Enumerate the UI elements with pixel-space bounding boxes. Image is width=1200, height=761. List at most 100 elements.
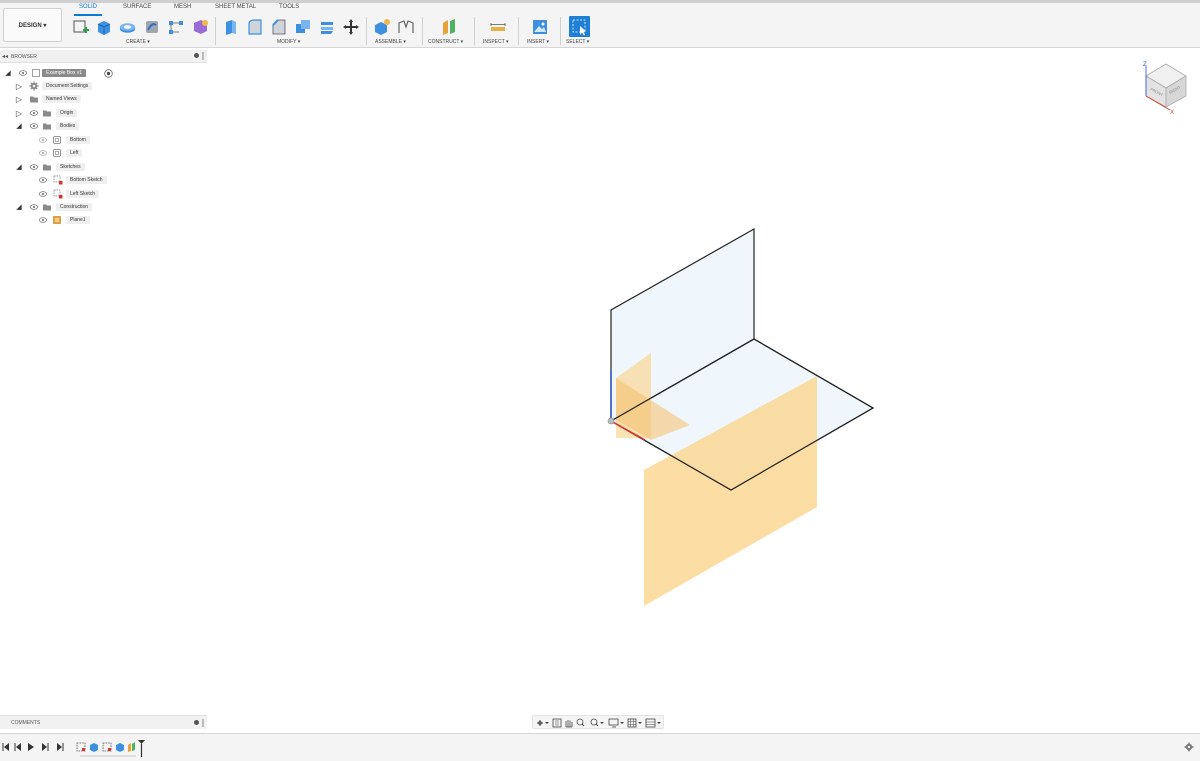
tree-row-sketches[interactable]: ◢ Sketches <box>0 161 207 173</box>
timeline-extrude-feature-icon[interactable] <box>116 743 124 752</box>
tree-row-construction[interactable]: ◢ Construction <box>0 201 207 213</box>
display-settings-icon[interactable] <box>608 718 624 728</box>
form-body-icon[interactable] <box>190 17 209 36</box>
new-component-icon[interactable] <box>372 17 391 36</box>
expand-arrow-icon[interactable]: ▷ <box>15 95 23 104</box>
shell-icon[interactable] <box>293 17 312 36</box>
extrude-icon[interactable] <box>94 17 113 36</box>
browser-options-icon[interactable] <box>194 53 199 58</box>
tab-mesh[interactable]: MESH <box>174 4 191 10</box>
timeline-go-to-end-icon[interactable] <box>57 743 64 751</box>
fit-icon[interactable] <box>590 718 604 727</box>
move-copy-icon[interactable] <box>341 17 360 36</box>
tree-row-document-settings[interactable]: ▷ Document Settings <box>0 80 207 92</box>
tree-label[interactable]: Construction <box>56 203 93 211</box>
canvas-viewport[interactable]: Z X FRONT RIGHT <box>207 49 1200 732</box>
tree-label[interactable]: Plane1 <box>66 216 90 224</box>
eye-icon[interactable] <box>39 150 47 156</box>
tree-label[interactable]: Left Sketch <box>66 190 100 198</box>
assemble-group-label[interactable]: ASSEMBLE ▾ <box>375 39 406 45</box>
joint-icon[interactable] <box>396 17 415 36</box>
tree-label[interactable]: Bottom <box>66 136 90 144</box>
timeline-marker[interactable] <box>138 740 145 757</box>
timeline-step-forward-icon[interactable] <box>42 743 49 751</box>
timeline-play-icon[interactable] <box>28 743 34 751</box>
create-group-label[interactable]: CREATE ▾ <box>126 39 150 45</box>
collapse-panel-icon[interactable]: ◂◂ <box>2 53 8 60</box>
tab-sheet-metal[interactable]: SHEET METAL <box>215 4 256 10</box>
collapse-arrow-icon[interactable]: ◢ <box>15 122 23 130</box>
timeline-go-to-start-icon[interactable] <box>2 743 9 751</box>
timeline-sketch-feature-icon[interactable] <box>102 742 112 752</box>
look-at-icon[interactable] <box>552 718 562 728</box>
expand-arrow-icon[interactable]: ▷ <box>15 82 23 91</box>
inspect-group-label[interactable]: INSPECT ▾ <box>483 39 508 45</box>
sweep-icon[interactable] <box>142 17 161 36</box>
grid-settings-icon[interactable] <box>627 718 642 728</box>
eye-icon[interactable] <box>19 70 27 76</box>
origin-point[interactable] <box>607 417 615 425</box>
tree-label[interactable]: Left <box>66 149 83 157</box>
construct-group-label[interactable]: CONSTRUCT ▾ <box>428 39 463 45</box>
tree-row-origin[interactable]: ▷ Origin <box>0 107 207 119</box>
timeline-settings-gear-icon[interactable] <box>1184 742 1194 752</box>
timeline-step-back-icon[interactable] <box>14 743 21 751</box>
eye-icon[interactable] <box>30 204 38 210</box>
collapse-arrow-icon[interactable]: ◢ <box>4 69 12 77</box>
tree-label[interactable]: Bodies <box>56 122 80 130</box>
timeline-extrude-feature-icon[interactable] <box>90 743 98 752</box>
comments-add-icon[interactable] <box>194 720 199 725</box>
tree-label[interactable]: Origin <box>56 109 78 117</box>
collapse-arrow-icon[interactable]: ◢ <box>15 203 23 211</box>
tree-row-document[interactable]: ◢ Example Box v1 <box>0 67 207 79</box>
eye-icon[interactable] <box>30 110 38 116</box>
panel-grip-icon[interactable] <box>202 52 204 60</box>
activate-radio-icon[interactable] <box>104 69 113 78</box>
combine-icon[interactable] <box>317 17 336 36</box>
revolve-icon[interactable] <box>118 17 137 36</box>
panel-grip-icon[interactable] <box>202 719 204 727</box>
tree-label[interactable]: Bottom Sketch <box>66 176 107 184</box>
eye-icon[interactable] <box>30 123 38 129</box>
tab-surface[interactable]: SURFACE <box>123 4 151 10</box>
document-name[interactable]: Example Box v1 <box>42 69 87 77</box>
tree-row-body-left[interactable]: Left <box>0 147 207 159</box>
timeline-sketch-feature-icon[interactable] <box>76 742 86 752</box>
tree-row-sketch-bottom[interactable]: Bottom Sketch <box>0 174 207 186</box>
create-form-icon[interactable] <box>166 17 185 36</box>
tab-tools[interactable]: TOOLS <box>279 4 299 10</box>
tree-row-sketch-left[interactable]: Left Sketch <box>0 188 207 200</box>
orbit-icon[interactable] <box>537 720 549 726</box>
measure-icon[interactable] <box>488 17 507 36</box>
offset-plane-icon[interactable] <box>439 17 458 36</box>
tree-label[interactable]: Document Settings <box>42 82 93 90</box>
model-canvas[interactable]: Z X FRONT RIGHT <box>207 49 1200 732</box>
viewports-icon[interactable] <box>645 718 661 728</box>
comments-panel[interactable]: COMMENTS <box>0 715 207 729</box>
viewcube[interactable]: Z X FRONT RIGHT <box>1143 62 1187 116</box>
select-group-label[interactable]: SELECT ▾ <box>566 39 589 45</box>
collapse-arrow-icon[interactable]: ◢ <box>15 163 23 171</box>
tree-row-named-views[interactable]: ▷ Named Views <box>0 93 207 105</box>
modify-group-label[interactable]: MODIFY ▾ <box>277 39 300 45</box>
expand-arrow-icon[interactable]: ▷ <box>15 109 23 118</box>
tree-label[interactable]: Sketches <box>56 163 85 171</box>
tab-solid[interactable]: SOLID <box>79 4 97 10</box>
eye-icon[interactable] <box>39 137 47 143</box>
create-sketch-icon[interactable] <box>71 17 90 36</box>
select-icon[interactable] <box>569 16 590 37</box>
chamfer-icon[interactable] <box>269 17 288 36</box>
pan-icon[interactable] <box>565 720 573 728</box>
eye-icon[interactable] <box>30 164 38 170</box>
workspace-switcher-button[interactable]: DESIGN ▾ <box>3 8 62 42</box>
insert-image-icon[interactable] <box>530 17 549 36</box>
tree-row-body-bottom[interactable]: Bottom <box>0 134 207 146</box>
timeline-plane-feature-icon[interactable] <box>128 742 135 752</box>
press-pull-icon[interactable] <box>221 17 240 36</box>
eye-icon[interactable] <box>39 177 47 183</box>
tree-row-bodies[interactable]: ◢ Bodies <box>0 120 207 132</box>
tree-row-plane1[interactable]: Plane1 <box>0 214 207 226</box>
zoom-icon[interactable] <box>576 718 585 727</box>
insert-group-label[interactable]: INSERT ▾ <box>527 39 549 45</box>
eye-icon[interactable] <box>39 217 47 223</box>
